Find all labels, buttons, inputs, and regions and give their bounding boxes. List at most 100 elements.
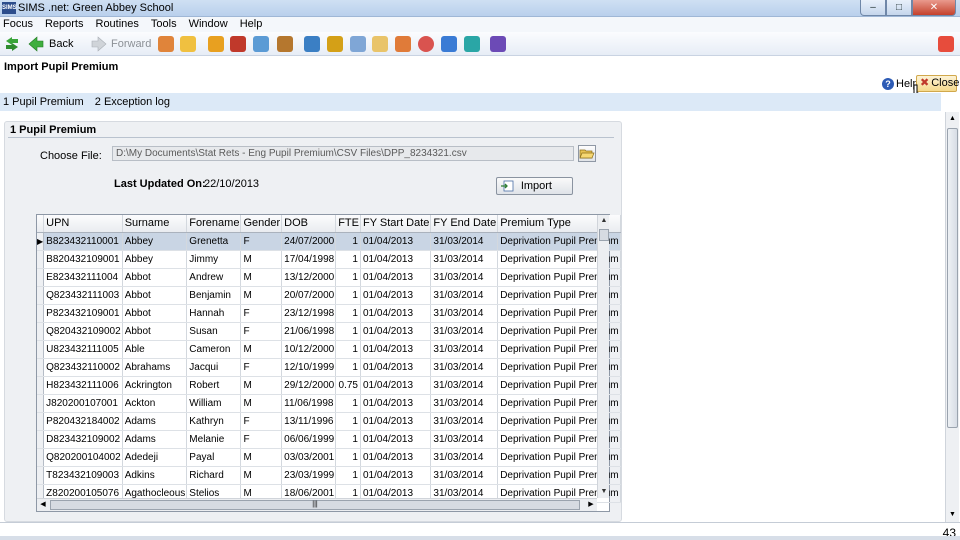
row-header[interactable] <box>37 376 45 395</box>
back-arrow-icon[interactable] <box>28 36 44 52</box>
table-cell[interactable]: Abbey <box>122 250 188 269</box>
column-header[interactable]: UPN <box>43 215 123 233</box>
envelope-icon[interactable] <box>253 36 269 52</box>
table-cell[interactable]: 31/03/2014 <box>430 394 499 413</box>
table-cell[interactable]: Susan <box>186 322 242 341</box>
table-cell[interactable]: 06/06/1999 <box>281 430 337 449</box>
row-header[interactable] <box>37 268 45 287</box>
book-icon[interactable] <box>208 36 224 52</box>
edit-icon[interactable] <box>372 36 388 52</box>
scroll-left-icon[interactable]: ◀ <box>37 499 49 511</box>
table-row[interactable]: E823432111004 Abbot Andrew M 13/12/2000 1 01/0… <box>37 268 621 287</box>
table-cell[interactable]: Able <box>122 340 188 359</box>
table-cell[interactable]: 29/12/2000 <box>281 376 337 395</box>
exchange-icon[interactable] <box>464 36 480 52</box>
table-row[interactable]: ▶ B823432110001 Abbey Grenetta F 24/07/2000 1 0… <box>37 232 621 251</box>
table-cell[interactable]: Robert <box>186 376 242 395</box>
table-cell[interactable]: 12/10/1999 <box>281 358 337 377</box>
table-cell[interactable]: Adkins <box>122 466 188 485</box>
table-cell[interactable]: Adams <box>122 412 188 431</box>
scroll-down-icon[interactable]: ▼ <box>598 486 610 498</box>
current-row-indicator-icon[interactable]: ▶ <box>37 232 45 251</box>
table-cell[interactable]: 1 <box>335 340 361 359</box>
table-cell[interactable]: U823432111005 <box>43 340 123 359</box>
back-button[interactable]: Back <box>49 36 73 52</box>
row-header[interactable] <box>37 286 45 305</box>
menu-window[interactable]: Window <box>189 17 228 32</box>
table-cell[interactable]: F <box>240 232 283 251</box>
table-cell[interactable]: 01/04/2013 <box>360 232 432 251</box>
menu-routines[interactable]: Routines <box>96 17 139 32</box>
table-cell[interactable]: Jacqui <box>186 358 242 377</box>
form-vertical-scrollbar[interactable]: ▲ ▼ <box>945 112 959 522</box>
table-cell[interactable]: M <box>240 448 283 467</box>
row-header[interactable] <box>37 430 45 449</box>
window-close-button[interactable]: ✕ <box>912 0 956 16</box>
table-cell[interactable]: Abbot <box>122 268 188 287</box>
table-cell[interactable]: 31/03/2014 <box>430 322 499 341</box>
table-cell[interactable]: 31/03/2014 <box>430 412 499 431</box>
table-cell[interactable]: F <box>240 412 283 431</box>
maximize-button[interactable]: □ <box>886 0 912 16</box>
table-cell[interactable]: Melanie <box>186 430 242 449</box>
table-cell[interactable]: Andrew <box>186 268 242 287</box>
table-cell[interactable]: Abbot <box>122 322 188 341</box>
table-cell[interactable]: M <box>240 466 283 485</box>
link-pupil-premium[interactable]: 1 Pupil Premium <box>3 96 84 108</box>
table-row[interactable]: Q823432111003 Abbot Benjamin M 20/07/2000 1 01… <box>37 286 621 305</box>
table-cell[interactable]: 0.75 <box>335 376 361 395</box>
table-cell[interactable]: 01/04/2013 <box>360 430 432 449</box>
table-cell[interactable]: 20/07/2000 <box>281 286 337 305</box>
table-cell[interactable]: 24/07/2000 <box>281 232 337 251</box>
table-cell[interactable]: F <box>240 358 283 377</box>
table-cell[interactable]: Q820432109002 <box>43 322 123 341</box>
table-cell[interactable]: F <box>240 304 283 323</box>
column-header[interactable]: Surname <box>122 215 188 233</box>
table-cell[interactable]: E823432111004 <box>43 268 123 287</box>
table-cell[interactable]: 13/12/2000 <box>281 268 337 287</box>
table-cell[interactable]: F <box>240 430 283 449</box>
table-cell[interactable]: Ackrington <box>122 376 188 395</box>
table-cell[interactable]: 31/03/2014 <box>430 250 499 269</box>
scroll-thumb[interactable]: ||| <box>50 500 580 510</box>
table-cell[interactable]: Q823432111003 <box>43 286 123 305</box>
table-cell[interactable]: 1 <box>335 358 361 377</box>
scroll-up-icon[interactable]: ▲ <box>598 215 610 227</box>
staff-icon[interactable] <box>277 36 293 52</box>
table-cell[interactable]: 31/03/2014 <box>430 340 499 359</box>
table-cell[interactable]: 01/04/2013 <box>360 376 432 395</box>
pupils-icon[interactable] <box>158 36 174 52</box>
table-cell[interactable]: Grenetta <box>186 232 242 251</box>
table-cell[interactable]: Ackton <box>122 394 188 413</box>
table-cell[interactable]: 01/04/2013 <box>360 448 432 467</box>
table-cell[interactable]: H823432111006 <box>43 376 123 395</box>
menu-reports[interactable]: Reports <box>45 17 84 32</box>
table-row[interactable]: U823432111005 Able Cameron M 10/12/2000 1 01/0… <box>37 340 621 359</box>
table-row[interactable]: T823432109003 Adkins Richard M 23/03/1999 1 01… <box>37 466 621 485</box>
table-cell[interactable]: 1 <box>335 466 361 485</box>
table-cell[interactable]: 01/04/2013 <box>360 322 432 341</box>
forward-button[interactable]: Forward <box>111 36 151 52</box>
row-header[interactable] <box>37 340 45 359</box>
menu-help[interactable]: Help <box>240 17 263 32</box>
table-cell[interactable]: 31/03/2014 <box>430 304 499 323</box>
row-header[interactable] <box>37 250 45 269</box>
grid-vertical-scrollbar[interactable]: ▲ ▼ <box>597 215 609 498</box>
table-cell[interactable]: 31/03/2014 <box>430 448 499 467</box>
exit-icon[interactable] <box>938 36 954 52</box>
grid-horizontal-scrollbar[interactable]: ◀ ||| ▶ <box>37 498 597 511</box>
document-icon[interactable] <box>350 36 366 52</box>
menu-focus[interactable]: Focus <box>3 17 33 32</box>
table-cell[interactable]: 31/03/2014 <box>430 376 499 395</box>
table-cell[interactable]: B823432110001 <box>43 232 123 251</box>
scroll-up-icon[interactable]: ▲ <box>946 112 959 126</box>
table-row[interactable]: Q823432110002 Abrahams Jacqui F 12/10/1999 1 0… <box>37 358 621 377</box>
table-cell[interactable]: Abbot <box>122 304 188 323</box>
row-header[interactable] <box>37 448 45 467</box>
table-cell[interactable]: 10/12/2000 <box>281 340 337 359</box>
table-cell[interactable]: Richard <box>186 466 242 485</box>
table-cell[interactable]: 31/03/2014 <box>430 466 499 485</box>
column-header[interactable]: FTE <box>335 215 361 233</box>
table-cell[interactable]: M <box>240 268 283 287</box>
table-cell[interactable]: 1 <box>335 448 361 467</box>
